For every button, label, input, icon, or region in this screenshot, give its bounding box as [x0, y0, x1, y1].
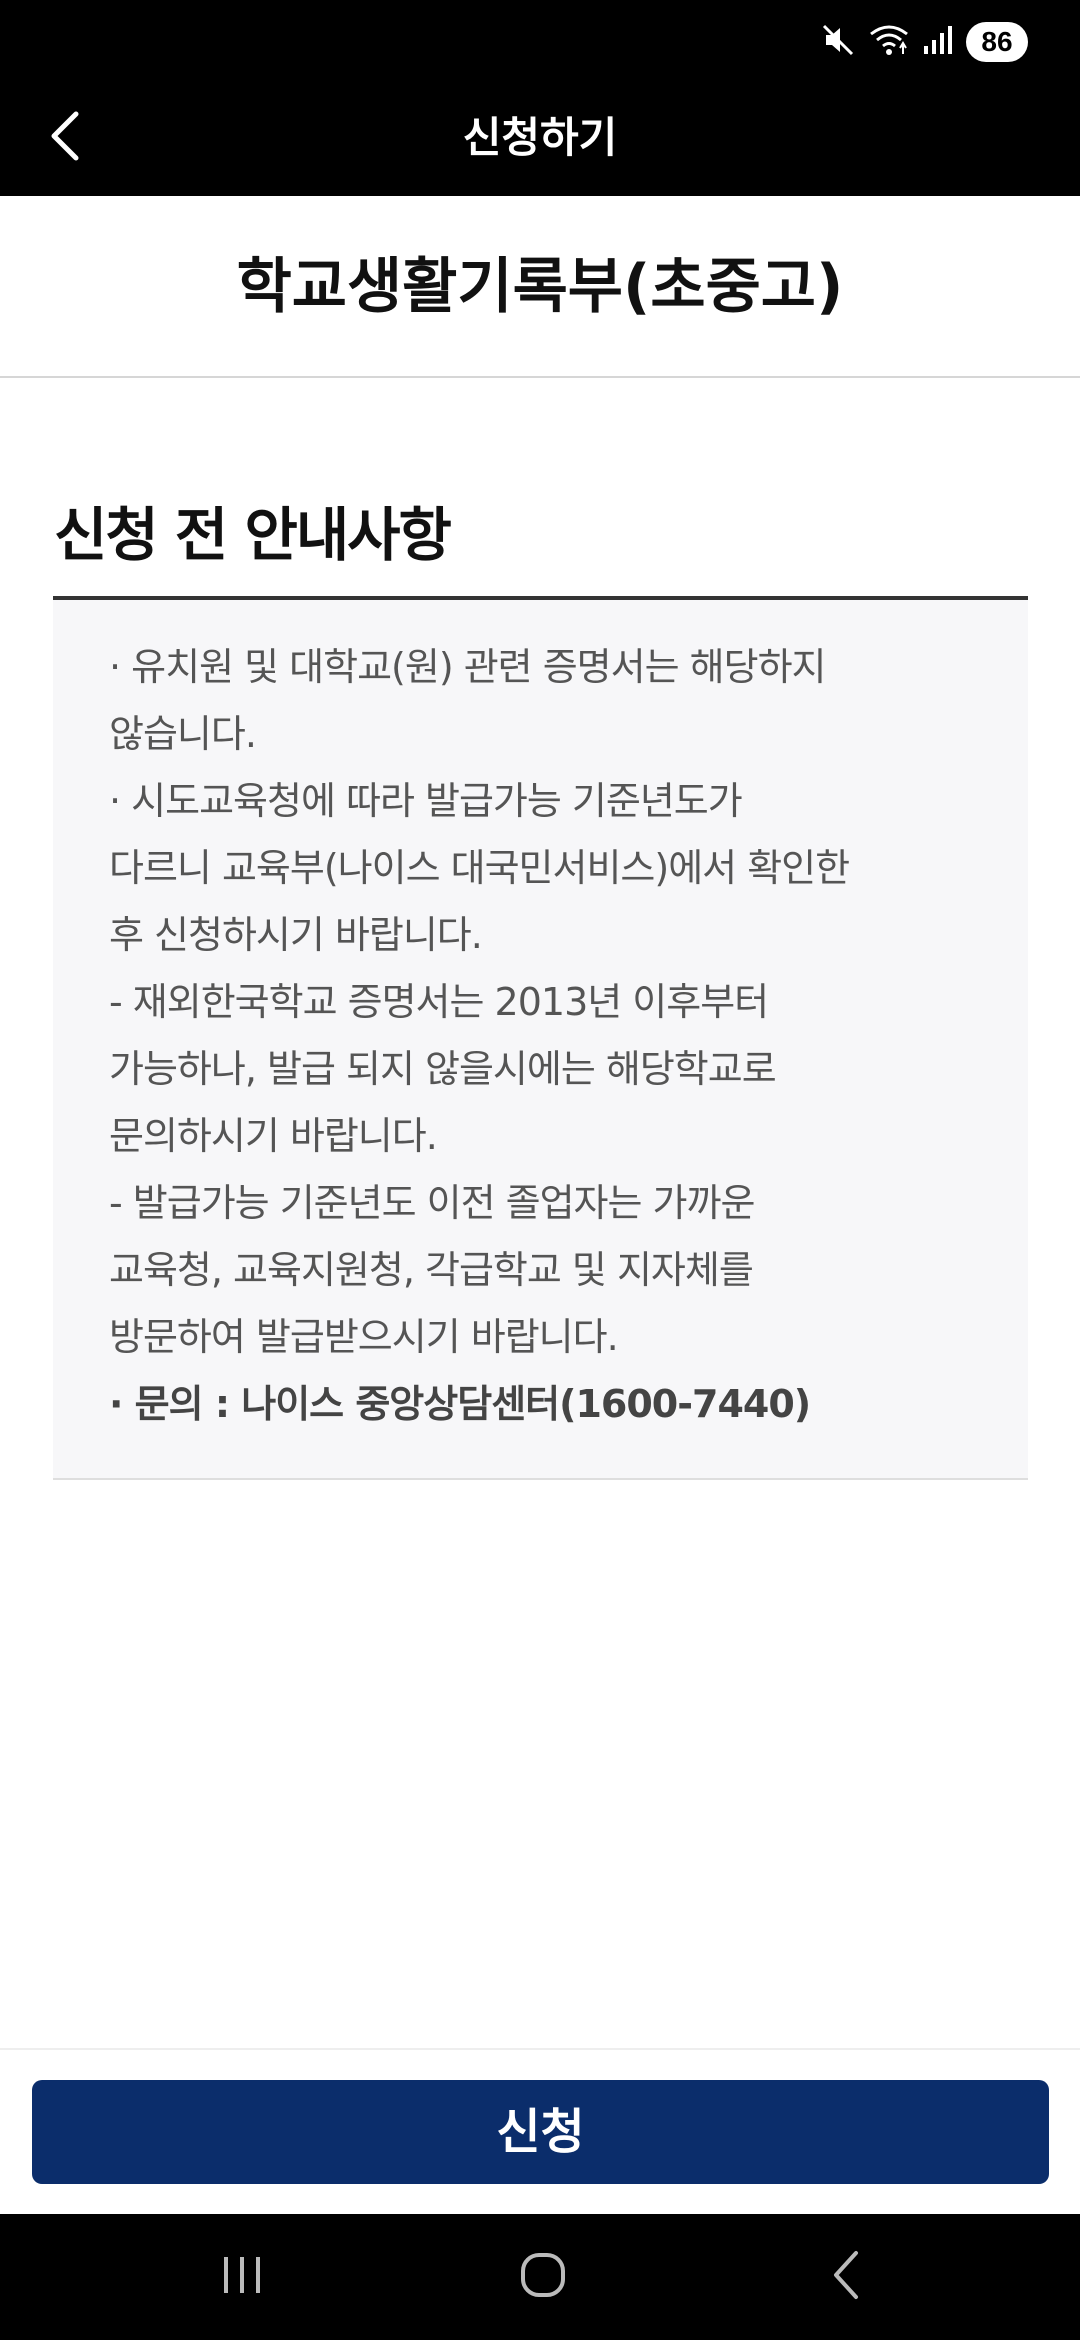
back-icon	[826, 2249, 866, 2305]
mute-icon	[820, 22, 856, 62]
notice-line: 다르니 교육부(나이스 대국민서비스)에서 확인한	[109, 846, 850, 890]
signal-icon	[922, 24, 954, 60]
app-header: 신청하기	[0, 80, 1080, 196]
notice-line: 가능하나, 발급 되지 않을시에는 해당학교로	[109, 1047, 777, 1091]
chevron-left-icon	[46, 108, 86, 168]
notice-line: 방문하여 발급받으시기 바랍니다.	[109, 1315, 619, 1359]
system-nav-bar	[0, 2214, 1080, 2340]
document-title: 학교생활기록부(초중고)	[236, 252, 844, 322]
back-button[interactable]	[30, 102, 102, 174]
status-bar: 86	[0, 0, 1080, 80]
contact-info: · 문의 : 나이스 중앙상담센터(1600-7440)	[109, 1382, 811, 1426]
home-button[interactable]	[503, 2237, 583, 2317]
wifi-icon	[868, 22, 910, 62]
notice-line: - 발급가능 기준년도 이전 졸업자는 가까운	[109, 1181, 755, 1225]
bottom-action-bar: 신청	[0, 2048, 1080, 2214]
battery-indicator: 86	[966, 22, 1028, 62]
page-title: 신청하기	[462, 113, 618, 162]
status-icons: 86	[820, 22, 1028, 62]
notice-line: 문의하시기 바랍니다.	[109, 1114, 438, 1158]
notice-box: · 유치원 및 대학교(원) 관련 증명서는 해당하지 않습니다. · 시도교육…	[53, 596, 1028, 1480]
notice-line: 교육청, 교육지원청, 각급학교 및 지자체를	[109, 1248, 754, 1292]
notice-line: · 유치원 및 대학교(원) 관련 증명서는 해당하지	[109, 645, 827, 689]
nav-back-button[interactable]	[806, 2237, 886, 2317]
notice-line: 않습니다.	[109, 712, 257, 756]
recent-apps-button[interactable]	[202, 2237, 282, 2317]
home-icon	[518, 2250, 568, 2304]
recent-apps-icon	[218, 2253, 266, 2301]
apply-button[interactable]: 신청	[32, 2080, 1049, 2184]
document-title-area: 학교생활기록부(초중고)	[0, 196, 1080, 378]
notice-line: 후 신청하시기 바랍니다.	[109, 913, 483, 957]
notice-line: - 재외한국학교 증명서는 2013년 이후부터	[109, 980, 769, 1024]
notice-line: · 시도교육청에 따라 발급가능 기준년도가	[109, 779, 743, 823]
notice-heading: 신청 전 안내사항	[54, 501, 452, 569]
